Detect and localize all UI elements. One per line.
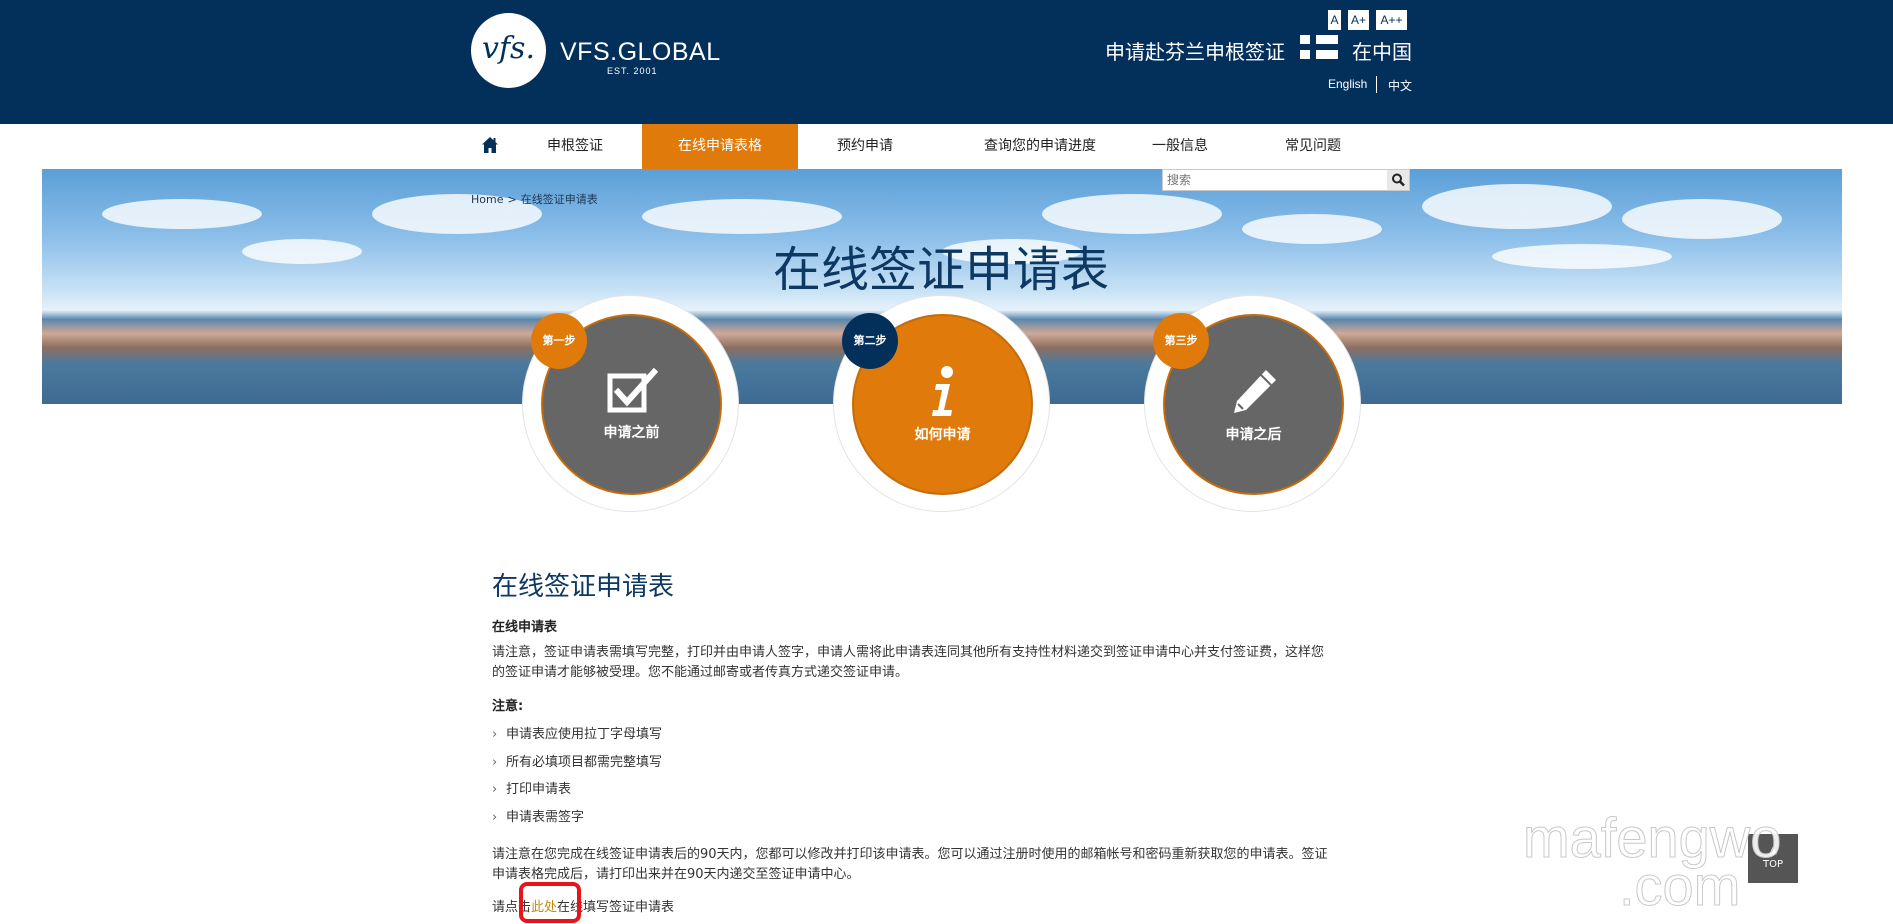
breadcrumb-home-link[interactable]: Home [471,193,503,206]
modify-line-2: 申请表格完成后，请打印出来并在90天内递交至签证申请中心。 [492,867,860,882]
list-item-text: 打印申请表 [506,782,572,797]
search-icon [1392,173,1405,187]
font-size-large-button[interactable]: A++ [1376,10,1407,30]
notice-paragraph: 请注意，签证申请表需填写完整，打印并由申请人签字，申请人需将此申请表连同其他所有… [492,643,1392,683]
vfs-logo[interactable]: vfs. [471,13,546,88]
checkbox-icon [607,367,658,412]
main-nav [0,124,1893,169]
step-2-badge: 第二步 [842,313,898,369]
mafengwo-watermark: mafengwo .com [1522,805,1893,920]
language-chinese-link[interactable]: 中文 [1388,77,1412,94]
header-title: 申请赴芬兰申根签证 [1105,40,1285,64]
highlight-annotation [519,882,581,923]
modify-line-1: 请注意在您完成在线签证申请表后的90天内，您都可以修改并打印该申请表。您可以通过… [492,847,1328,862]
list-item-text: 所有必填项目都需完整填写 [506,755,663,770]
breadcrumb-separator: > [507,193,517,206]
language-divider [1376,76,1377,93]
content-subtitle: 在线申请表 [492,620,558,635]
breadcrumb-current: 在线签证申请表 [520,193,598,206]
search-input[interactable] [1163,170,1387,190]
breadcrumb: Home > 在线签证申请表 [471,191,598,207]
list-item: › 打印申请表 [492,778,571,797]
content-title: 在线签证申请表 [492,572,675,602]
nav-item-faq[interactable]: 常见问题 [1275,124,1351,169]
language-english-link[interactable]: English [1328,77,1367,91]
search-button[interactable] [1387,170,1409,190]
header-country: 在中国 [1352,40,1412,64]
search-box [1162,169,1410,191]
info-icon [931,365,953,416]
site-header: vfs. VFS.GLOBAL EST. 2001 A A+ A++ 申请赴芬兰… [0,0,1893,124]
list-item: › 申请表需签字 [492,806,584,825]
logo-est: EST. 2001 [607,66,658,76]
list-item: › 所有必填项目都需完整填写 [492,751,662,770]
step-3-label: 申请之后 [1225,426,1282,443]
notice-line-2: 的签证申请才能够被受理。您不能通过邮寄或者传真方式递交签证申请。 [492,665,909,680]
nav-item-schengen-visa[interactable]: 申根签证 [531,124,619,169]
step-1-label: 申请之前 [603,424,660,441]
nav-item-track-application[interactable]: 查询您的申请进度 [955,124,1125,169]
chevron-right-icon: › [492,782,498,797]
nav-item-online-form[interactable]: 在线申请表格 [642,124,798,169]
modify-paragraph: 请注意在您完成在线签证申请表后的90天内，您都可以修改并打印该申请表。您可以通过… [492,845,1392,885]
finland-flag-icon [1300,35,1338,59]
chevron-right-icon: › [492,810,498,825]
chevron-right-icon: › [492,727,498,742]
watermark-line-2: .com [1618,854,1741,918]
pencil-icon [1233,369,1276,413]
list-item-text: 申请表需签字 [506,810,585,825]
banner-title: 在线签证申请表 [773,242,1110,298]
nav-item-appointment[interactable]: 预约申请 [820,124,910,169]
nav-item-general-info[interactable]: 一般信息 [1142,124,1218,169]
font-size-small-button[interactable]: A [1328,10,1341,30]
font-size-medium-button[interactable]: A+ [1348,10,1369,30]
chevron-right-icon: › [492,755,498,770]
list-item-text: 申请表应使用拉丁字母填写 [506,727,663,742]
logo-text: VFS.GLOBAL [560,38,721,66]
step-1-badge: 第一步 [531,313,587,369]
list-item: › 申请表应使用拉丁字母填写 [492,723,662,742]
step-2-label: 如何申请 [914,426,971,443]
step-3-badge: 第三步 [1153,313,1209,369]
notice-line-1: 请注意，签证申请表需填写完整，打印并由申请人签字，申请人需将此申请表连同其他所有… [492,645,1325,660]
note-title: 注意: [492,699,524,714]
home-icon[interactable] [481,136,499,154]
